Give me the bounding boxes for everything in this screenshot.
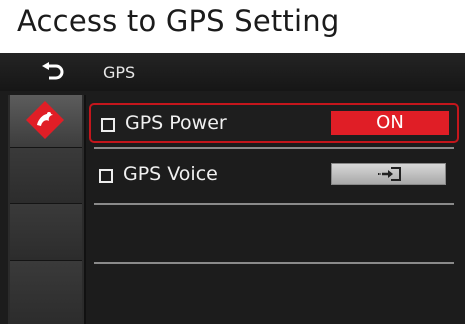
page-caption: Access to GPS Setting xyxy=(17,4,340,38)
row-divider xyxy=(94,203,454,205)
gps-power-checkbox[interactable] xyxy=(101,118,115,132)
gps-power-toggle[interactable]: ON xyxy=(331,111,449,135)
sidebar-item-4[interactable] xyxy=(10,261,82,324)
back-arrow-icon[interactable] xyxy=(40,62,66,82)
gps-power-row[interactable]: GPS Power ON xyxy=(89,103,459,143)
enter-icon xyxy=(378,167,401,181)
device-screen: GPS GPS Power ON GPS Voice xyxy=(0,53,465,324)
row-divider xyxy=(94,262,454,264)
gps-voice-row[interactable]: GPS Voice xyxy=(89,156,459,196)
gps-voice-checkbox[interactable] xyxy=(99,169,113,183)
gps-power-label: GPS Power xyxy=(125,112,227,134)
settings-panel: GPS Power ON GPS Voice xyxy=(86,95,465,324)
gps-voice-label: GPS Voice xyxy=(123,163,218,185)
sidebar-item-gps[interactable] xyxy=(10,95,82,148)
gps-logo-icon xyxy=(26,101,64,139)
gps-voice-enter-button[interactable] xyxy=(331,163,446,185)
sidebar-item-3[interactable] xyxy=(10,204,82,261)
sidebar-item-2[interactable] xyxy=(10,148,82,204)
screen-title: GPS xyxy=(103,63,136,82)
row-divider xyxy=(94,147,454,149)
sidebar xyxy=(8,95,86,324)
top-bar: GPS xyxy=(0,53,465,91)
